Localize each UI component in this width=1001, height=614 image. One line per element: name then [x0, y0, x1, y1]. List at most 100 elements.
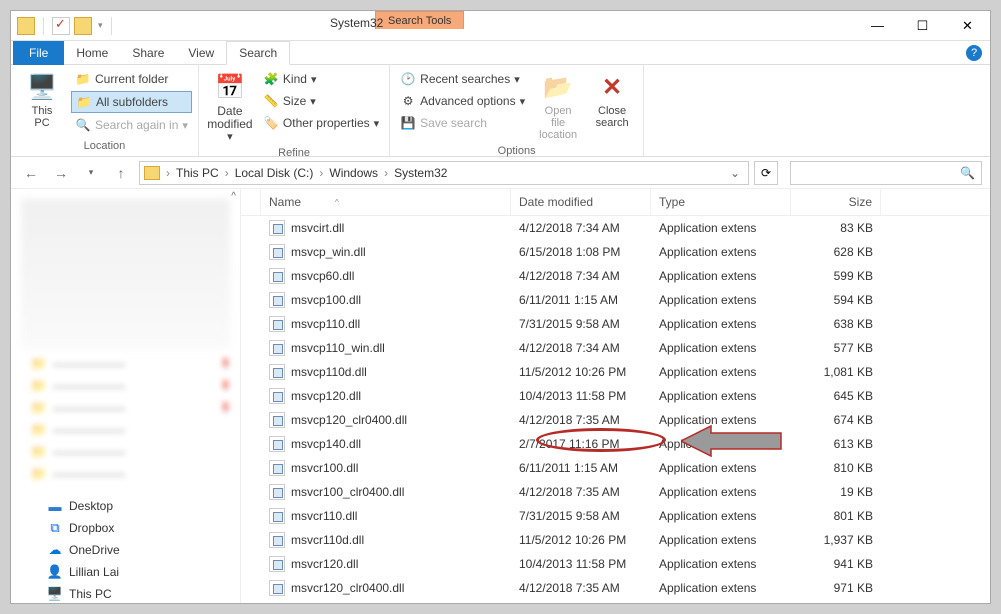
search-again-button[interactable]: 🔍Search again in ▾ [71, 115, 192, 135]
file-date: 11/5/2012 10:26 PM [511, 531, 651, 549]
open-file-location-button[interactable]: 📂 Open file location [533, 69, 583, 143]
quick-access-blurred [21, 199, 230, 349]
sidebar-item[interactable]: 📁—————— [11, 419, 240, 441]
file-name: msvcp110.dll [291, 317, 360, 331]
sidebar-item-user[interactable]: 👤Lillian Lai [11, 561, 240, 583]
sidebar-item-this-pc[interactable]: 🖥️This PC [11, 583, 240, 603]
column-date[interactable]: Date modified [511, 189, 651, 215]
file-date: 6/15/2018 1:08 PM [511, 243, 651, 261]
recent-locations-button[interactable]: ▾ [79, 161, 103, 185]
file-row[interactable]: msvcr110.dll7/31/2015 9:58 AMApplication… [241, 504, 990, 528]
sidebar-item[interactable]: 📁—————— [11, 441, 240, 463]
column-type[interactable]: Type [651, 189, 791, 215]
breadcrumb-part[interactable]: System32 [390, 166, 451, 180]
current-folder-button[interactable]: 📁Current folder [71, 69, 192, 89]
file-list[interactable]: ^ Name^ Date modified Type Size msvcirt.… [241, 189, 990, 603]
navbar: ← → ▾ ↑ › This PC › Local Disk (C:) › Wi… [11, 157, 990, 189]
sidebar-item[interactable]: 📁—————— [11, 463, 240, 485]
sidebar-item[interactable]: 📁—————— [11, 375, 240, 397]
file-type: Application extens [651, 315, 791, 333]
folder-icon [144, 166, 160, 180]
file-row[interactable]: msvcp120_clr0400.dll4/12/2018 7:35 AMApp… [241, 408, 990, 432]
breadcrumb-part[interactable]: Local Disk (C:) [231, 166, 318, 180]
maximize-button[interactable]: ☐ [900, 11, 945, 40]
file-type: Application extens [651, 219, 791, 237]
breadcrumb-part[interactable]: This PC [172, 166, 223, 180]
sidebar-item-onedrive[interactable]: ☁OneDrive [11, 539, 240, 561]
share-tab[interactable]: Share [120, 41, 176, 65]
file-row[interactable]: msvcrt.dll4/12/2018 7:34 AMApplication e… [241, 600, 990, 603]
file-row[interactable]: msvcp140.dll2/7/2017 11:16 PMApplication… [241, 432, 990, 456]
view-tab[interactable]: View [176, 41, 226, 65]
scroll-up-icon[interactable]: ^ [231, 191, 236, 202]
file-row[interactable]: msvcp60.dll4/12/2018 7:34 AMApplication … [241, 264, 990, 288]
refresh-button[interactable]: ⟳ [754, 161, 778, 185]
advanced-options-button[interactable]: ⚙Advanced options ▾ [396, 91, 529, 111]
close-button[interactable]: ✕ [945, 11, 990, 40]
column-name[interactable]: Name^ [261, 189, 511, 215]
file-row[interactable]: msvcr120_clr0400.dll4/12/2018 7:35 AMApp… [241, 576, 990, 600]
home-tab[interactable]: Home [64, 41, 120, 65]
all-subfolders-button[interactable]: 📁All subfolders [71, 91, 192, 113]
properties-qat-icon[interactable] [52, 17, 70, 35]
search-icon[interactable]: 🔍 [960, 166, 975, 180]
address-bar[interactable]: › This PC › Local Disk (C:) › Windows › … [139, 161, 749, 185]
dll-file-icon [269, 556, 285, 572]
file-tab[interactable]: File [13, 41, 64, 65]
file-date: 10/4/2013 11:58 PM [511, 387, 651, 405]
size-button[interactable]: 📏Size ▾ [259, 91, 383, 111]
dll-file-icon [269, 532, 285, 548]
file-name: msvcp100.dll [291, 293, 361, 307]
search-input[interactable] [797, 166, 960, 180]
file-type: Application extens [651, 387, 791, 405]
date-modified-button[interactable]: 📅 Date modified ▾ [205, 69, 255, 145]
recent-searches-button[interactable]: 🕑Recent searches ▾ [396, 69, 529, 89]
file-type: Application extens [651, 507, 791, 525]
folders-icon: 📁 [76, 94, 92, 110]
other-properties-button[interactable]: 🏷️Other properties ▾ [259, 113, 383, 133]
file-type: Application extens [651, 459, 791, 477]
save-icon: 💾 [400, 115, 416, 131]
file-name: msvcp140.dll [291, 437, 361, 451]
file-row[interactable]: msvcr100.dll6/11/2011 1:15 AMApplication… [241, 456, 990, 480]
back-button[interactable]: ← [19, 161, 43, 185]
close-search-button[interactable]: ✕ Close search [587, 69, 637, 143]
newfolder-qat-icon[interactable] [74, 17, 92, 35]
navigation-pane[interactable]: ^ 📁—————— 📁—————— 📁—————— 📁—————— 📁—————… [11, 189, 241, 603]
sidebar-item[interactable]: 📁—————— [11, 397, 240, 419]
sidebar-item-desktop[interactable]: ▬Desktop [11, 495, 240, 517]
file-row[interactable]: msvcr110d.dll11/5/2012 10:26 PMApplicati… [241, 528, 990, 552]
minimize-button[interactable]: — [855, 11, 900, 40]
sidebar-item[interactable]: 📁—————— [11, 353, 240, 375]
save-search-button[interactable]: 💾Save search [396, 113, 529, 133]
folder-icon[interactable] [17, 17, 35, 35]
forward-button[interactable]: → [49, 161, 73, 185]
file-type: Application extens [651, 555, 791, 573]
dropbox-icon: ⧉ [47, 520, 63, 536]
file-row[interactable]: msvcp110_win.dll4/12/2018 7:34 AMApplica… [241, 336, 990, 360]
file-name: msvcr100.dll [291, 461, 358, 475]
breadcrumb-dropdown[interactable]: ⌄ [726, 166, 744, 180]
search-box[interactable]: 🔍 [790, 161, 982, 185]
search-tab[interactable]: Search [226, 41, 290, 65]
column-size[interactable]: Size [791, 189, 881, 215]
file-row[interactable]: msvcp_win.dll6/15/2018 1:08 PMApplicatio… [241, 240, 990, 264]
sidebar-item-dropbox[interactable]: ⧉Dropbox [11, 517, 240, 539]
help-icon[interactable]: ? [966, 45, 982, 61]
file-row[interactable]: msvcirt.dll4/12/2018 7:34 AMApplication … [241, 216, 990, 240]
this-pc-button[interactable]: 🖥️ This PC [17, 69, 67, 138]
folder-icon: 📁 [75, 71, 91, 87]
contextual-tab-label: Search Tools [375, 11, 464, 29]
file-type: Application extens [651, 411, 791, 429]
file-row[interactable]: msvcr100_clr0400.dll4/12/2018 7:35 AMApp… [241, 480, 990, 504]
file-size: 645 KB [791, 387, 881, 405]
file-row[interactable]: msvcp110.dll7/31/2015 9:58 AMApplication… [241, 312, 990, 336]
file-row[interactable]: msvcp120.dll10/4/2013 11:58 PMApplicatio… [241, 384, 990, 408]
kind-button[interactable]: 🧩Kind ▾ [259, 69, 383, 89]
breadcrumb-part[interactable]: Windows [325, 166, 382, 180]
file-row[interactable]: msvcr120.dll10/4/2013 11:58 PMApplicatio… [241, 552, 990, 576]
file-row[interactable]: msvcp110d.dll11/5/2012 10:26 PMApplicati… [241, 360, 990, 384]
up-button[interactable]: ↑ [109, 161, 133, 185]
search-icon: 🔍 [75, 117, 91, 133]
file-row[interactable]: msvcp100.dll6/11/2011 1:15 AMApplication… [241, 288, 990, 312]
